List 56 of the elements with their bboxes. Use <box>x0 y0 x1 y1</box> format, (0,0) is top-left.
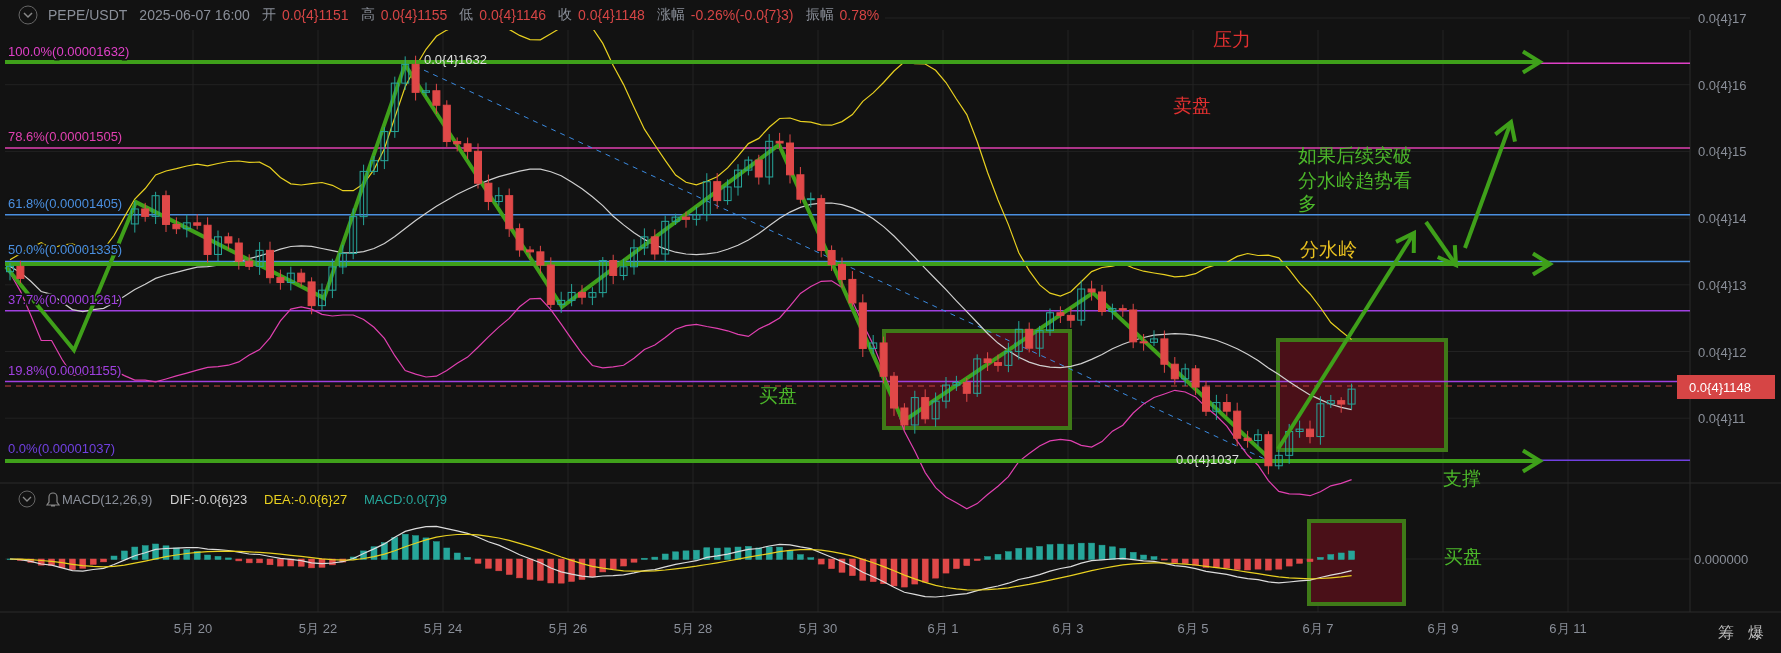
price-axis-label: 0.0{4}14 <box>1698 211 1747 227</box>
date-axis-label: 5月 22 <box>298 621 338 636</box>
footer-toggle[interactable]: 筹 <box>1718 624 1734 641</box>
date-axis-label: 6月 5 <box>1177 621 1209 636</box>
stat-label: 低 <box>459 6 474 24</box>
dif-value: DIF:-0.0{6}23 <box>170 492 248 507</box>
stat-value: -0.26%(-0.0{7}3) <box>690 7 794 23</box>
fib-level-label: 61.8%(0.00001405) <box>8 195 123 211</box>
stat-label: 涨幅 <box>656 6 685 24</box>
chart-note: 支撑 <box>1443 468 1481 489</box>
outlook-note-line: 分水岭趋势看 <box>1298 170 1412 191</box>
outlook-note-line: 如果后续突破 <box>1298 145 1412 166</box>
date-axis-label: 6月 1 <box>927 621 959 636</box>
stat-label: 振幅 <box>805 6 834 24</box>
price-axis-label: 0.0{4}17 <box>1698 11 1747 26</box>
price-axis-label: 0.0{4}15 <box>1698 144 1747 160</box>
date-axis-label: 6月 7 <box>1302 621 1334 636</box>
fib-level-label: 100.0%(0.00001632) <box>8 44 130 60</box>
chart-note: 压力 <box>1213 29 1251 50</box>
date-axis-label: 5月 24 <box>423 621 463 636</box>
stat-value: 0.0{4}1146 <box>479 7 547 23</box>
date-axis-label: 5月 28 <box>673 621 713 636</box>
high-price-label: 0.0{4}1632 <box>424 52 487 67</box>
price-axis-label: 0.0{4}16 <box>1698 77 1747 93</box>
fib-level-label: 78.6%(0.00001505) <box>8 129 123 145</box>
stat-label: 开 <box>261 6 276 24</box>
footer-toggle[interactable]: 爆 <box>1748 624 1764 641</box>
stat-value: 0.0{4}1155 <box>380 7 448 23</box>
date-axis-label: 6月 3 <box>1052 621 1084 636</box>
chart-note: 买盘 <box>759 385 797 406</box>
chart-note: 买盘 <box>1444 546 1482 567</box>
outlook-note-line: 多 <box>1298 193 1317 214</box>
chart-note: 分水岭 <box>1300 239 1357 260</box>
price-axis-label: 0.0{4}13 <box>1698 277 1747 293</box>
date-axis-label: 5月 26 <box>548 621 588 636</box>
symbol-label: PEPE/USDT <box>48 7 128 23</box>
date-axis-label: 6月 11 <box>1549 621 1587 636</box>
date-axis-label: 5月 30 <box>798 621 838 636</box>
stat-value: 0.0{4}1151 <box>281 7 349 23</box>
low-price-label: 0.0{4}1037 <box>1176 452 1239 467</box>
fib-level-label: 0.0%(0.00001037) <box>8 441 115 457</box>
macd-axis-label: 0.000000 <box>1694 552 1749 567</box>
candle-datetime: 2025-06-07 16:00 <box>139 7 250 23</box>
price-axis-label: 0.0{4}12 <box>1698 344 1747 360</box>
current-price-value: 0.0{4}1148 <box>1689 380 1751 395</box>
stat-value: 0.0{4}1148 <box>578 7 645 23</box>
stat-label: 高 <box>360 6 375 24</box>
dea-value: DEA:-0.0{6}27 <box>264 492 348 507</box>
macd-value: MACD:0.0{7}9 <box>364 492 448 507</box>
date-axis-label: 6月 9 <box>1427 621 1459 636</box>
stat-value: 0.78% <box>839 7 880 23</box>
date-axis-label: 5月 20 <box>173 621 213 636</box>
stat-label: 收 <box>558 6 573 24</box>
chart-note: 卖盘 <box>1173 95 1211 116</box>
macd-indicator-label: MACD(12,26,9) <box>62 492 153 507</box>
price-axis-label: 0.0{4}11 <box>1698 411 1746 427</box>
